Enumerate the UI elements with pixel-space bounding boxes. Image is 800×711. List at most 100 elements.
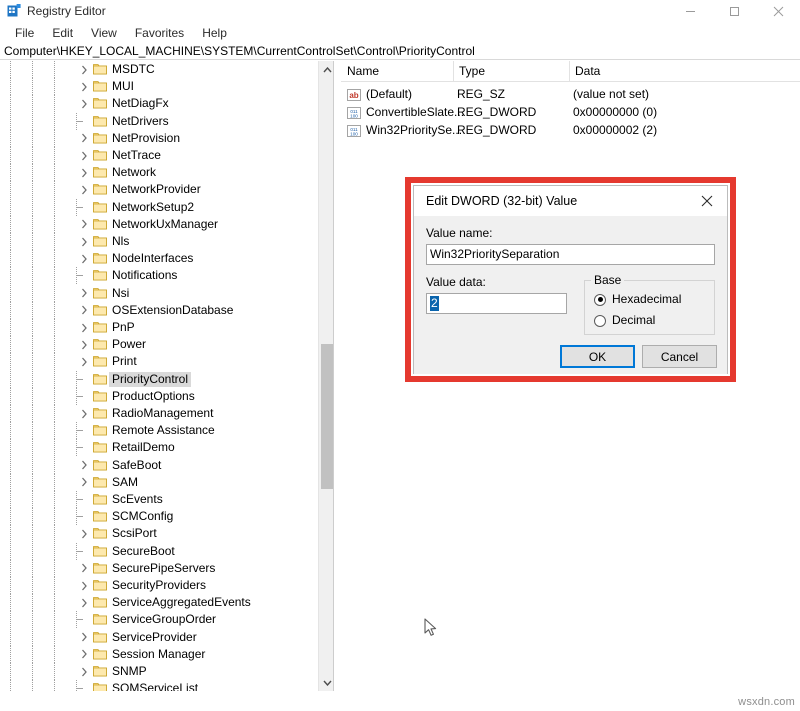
tree-item-netdiagfx[interactable]: NetDiagFx	[0, 95, 318, 112]
chevron-right-icon[interactable]	[76, 302, 92, 319]
ok-button[interactable]: OK	[560, 345, 635, 368]
tree-item-nls[interactable]: Nls	[0, 233, 318, 250]
tree-item-snmp[interactable]: SNMP	[0, 663, 318, 680]
tree-item-radiomanagement[interactable]: RadioManagement	[0, 405, 318, 422]
column-header-data[interactable]: Data	[575, 64, 600, 79]
chevron-right-icon[interactable]	[76, 525, 92, 542]
tree-item-label: NetProvision	[112, 131, 180, 146]
column-divider[interactable]	[453, 61, 454, 81]
tree-item-session-manager[interactable]: Session Manager	[0, 646, 318, 663]
chevron-right-icon[interactable]	[76, 457, 92, 474]
radio-hexadecimal[interactable]: Hexadecimal	[594, 292, 681, 307]
tree-item-pnp[interactable]: PnP	[0, 319, 318, 336]
tree-item-notifications[interactable]: Notifications	[0, 267, 318, 284]
cancel-button[interactable]: Cancel	[642, 345, 717, 368]
menu-favorites[interactable]: Favorites	[126, 24, 193, 42]
menu-file[interactable]: File	[6, 24, 43, 42]
chevron-right-icon[interactable]	[76, 319, 92, 336]
chevron-right-icon[interactable]	[76, 663, 92, 680]
chevron-right-icon[interactable]	[76, 405, 92, 422]
menu-edit[interactable]: Edit	[43, 24, 82, 42]
tree-item-scmconfig[interactable]: SCMConfig	[0, 508, 318, 525]
scroll-down-icon[interactable]	[319, 674, 334, 691]
value-row[interactable]: ab(Default)REG_SZ(value not set)	[341, 86, 800, 103]
column-header-type[interactable]: Type	[459, 64, 485, 79]
tree-item-msdtc[interactable]: MSDTC	[0, 61, 318, 78]
chevron-right-icon[interactable]	[76, 164, 92, 181]
tree-item-remote-assistance[interactable]: Remote Assistance	[0, 422, 318, 439]
tree-guide-line	[54, 199, 55, 216]
tree-item-servicegrouporder[interactable]: ServiceGroupOrder	[0, 611, 318, 628]
chevron-right-icon[interactable]	[76, 216, 92, 233]
tree-item-sam[interactable]: SAM	[0, 474, 318, 491]
chevron-right-icon[interactable]	[76, 285, 92, 302]
tree-item-prioritycontrol[interactable]: PriorityControl	[0, 371, 318, 388]
tree-item-retaildemo[interactable]: RetailDemo	[0, 439, 318, 456]
tree-item-networksetup2[interactable]: NetworkSetup2	[0, 199, 318, 216]
minimize-icon[interactable]	[668, 0, 712, 22]
menu-help[interactable]: Help	[193, 24, 236, 42]
chevron-right-icon[interactable]	[76, 61, 92, 78]
chevron-right-icon[interactable]	[76, 629, 92, 646]
chevron-right-icon[interactable]	[76, 560, 92, 577]
tree-item-serviceprovider[interactable]: ServiceProvider	[0, 629, 318, 646]
tree-guide-line	[76, 680, 77, 691]
tree-item-osextensiondatabase[interactable]: OSExtensionDatabase	[0, 302, 318, 319]
tree-guide-line	[32, 629, 33, 646]
registry-tree[interactable]: MSDTCMUINetDiagFxNetDriversNetProvisionN…	[0, 61, 318, 691]
column-divider[interactable]	[569, 61, 570, 81]
chevron-right-icon[interactable]	[76, 594, 92, 611]
chevron-right-icon[interactable]	[76, 474, 92, 491]
tree-item-netdrivers[interactable]: NetDrivers	[0, 113, 318, 130]
scroll-up-icon[interactable]	[319, 61, 334, 78]
tree-item-print[interactable]: Print	[0, 353, 318, 370]
value-row[interactable]: 011100ConvertibleSlate...REG_DWORD0x0000…	[341, 104, 800, 121]
tree-item-secureboot[interactable]: SecureBoot	[0, 543, 318, 560]
tree-item-serviceaggregatedevents[interactable]: ServiceAggregatedEvents	[0, 594, 318, 611]
chevron-right-icon[interactable]	[76, 95, 92, 112]
chevron-right-icon[interactable]	[76, 577, 92, 594]
folder-icon	[93, 63, 107, 75]
maximize-icon[interactable]	[712, 0, 756, 22]
value-name-input[interactable]: Win32PrioritySeparation	[426, 244, 715, 265]
tree-item-securepipeservers[interactable]: SecurePipeServers	[0, 560, 318, 577]
value-row[interactable]: 011100Win32PrioritySe...REG_DWORD0x00000…	[341, 122, 800, 139]
tree-item-securityproviders[interactable]: SecurityProviders	[0, 577, 318, 594]
chevron-right-icon[interactable]	[76, 78, 92, 95]
tree-item-mui[interactable]: MUI	[0, 78, 318, 95]
tree-item-nodeinterfaces[interactable]: NodeInterfaces	[0, 250, 318, 267]
chevron-right-icon[interactable]	[76, 181, 92, 198]
chevron-right-icon[interactable]	[76, 130, 92, 147]
chevron-right-icon[interactable]	[76, 336, 92, 353]
tree-item-productoptions[interactable]: ProductOptions	[0, 388, 318, 405]
tree-scroll-thumb[interactable]	[321, 344, 334, 489]
chevron-right-icon[interactable]	[76, 646, 92, 663]
close-icon[interactable]	[756, 0, 800, 22]
tree-vertical-scrollbar[interactable]	[318, 61, 334, 691]
folder-icon	[93, 545, 107, 557]
chevron-right-icon[interactable]	[76, 353, 92, 370]
tree-guide-line	[32, 594, 33, 611]
tree-item-sqmservicelist[interactable]: SQMServiceList	[0, 680, 318, 691]
chevron-right-icon[interactable]	[76, 233, 92, 250]
tree-item-netprovision[interactable]: NetProvision	[0, 130, 318, 147]
tree-item-scsiport[interactable]: ScsiPort	[0, 525, 318, 542]
tree-item-safeboot[interactable]: SafeBoot	[0, 457, 318, 474]
column-header-name[interactable]: Name	[347, 64, 379, 79]
tree-item-nettrace[interactable]: NetTrace	[0, 147, 318, 164]
menu-view[interactable]: View	[82, 24, 126, 42]
tree-item-scevents[interactable]: ScEvents	[0, 491, 318, 508]
tree-item-label: SecurityProviders	[112, 578, 206, 593]
chevron-right-icon[interactable]	[76, 250, 92, 267]
value-data-input[interactable]: 2	[426, 293, 567, 314]
tree-item-networkuxmanager[interactable]: NetworkUxManager	[0, 216, 318, 233]
tree-item-network[interactable]: Network	[0, 164, 318, 181]
radio-decimal[interactable]: Decimal	[594, 313, 655, 328]
chevron-right-icon[interactable]	[76, 147, 92, 164]
close-icon[interactable]	[687, 186, 727, 215]
tree-item-power[interactable]: Power	[0, 336, 318, 353]
tree-item-networkprovider[interactable]: NetworkProvider	[0, 181, 318, 198]
address-bar[interactable]: Computer\HKEY_LOCAL_MACHINE\SYSTEM\Curre…	[0, 43, 800, 60]
tree-item-label: SQMServiceList	[112, 681, 198, 691]
tree-item-nsi[interactable]: Nsi	[0, 285, 318, 302]
